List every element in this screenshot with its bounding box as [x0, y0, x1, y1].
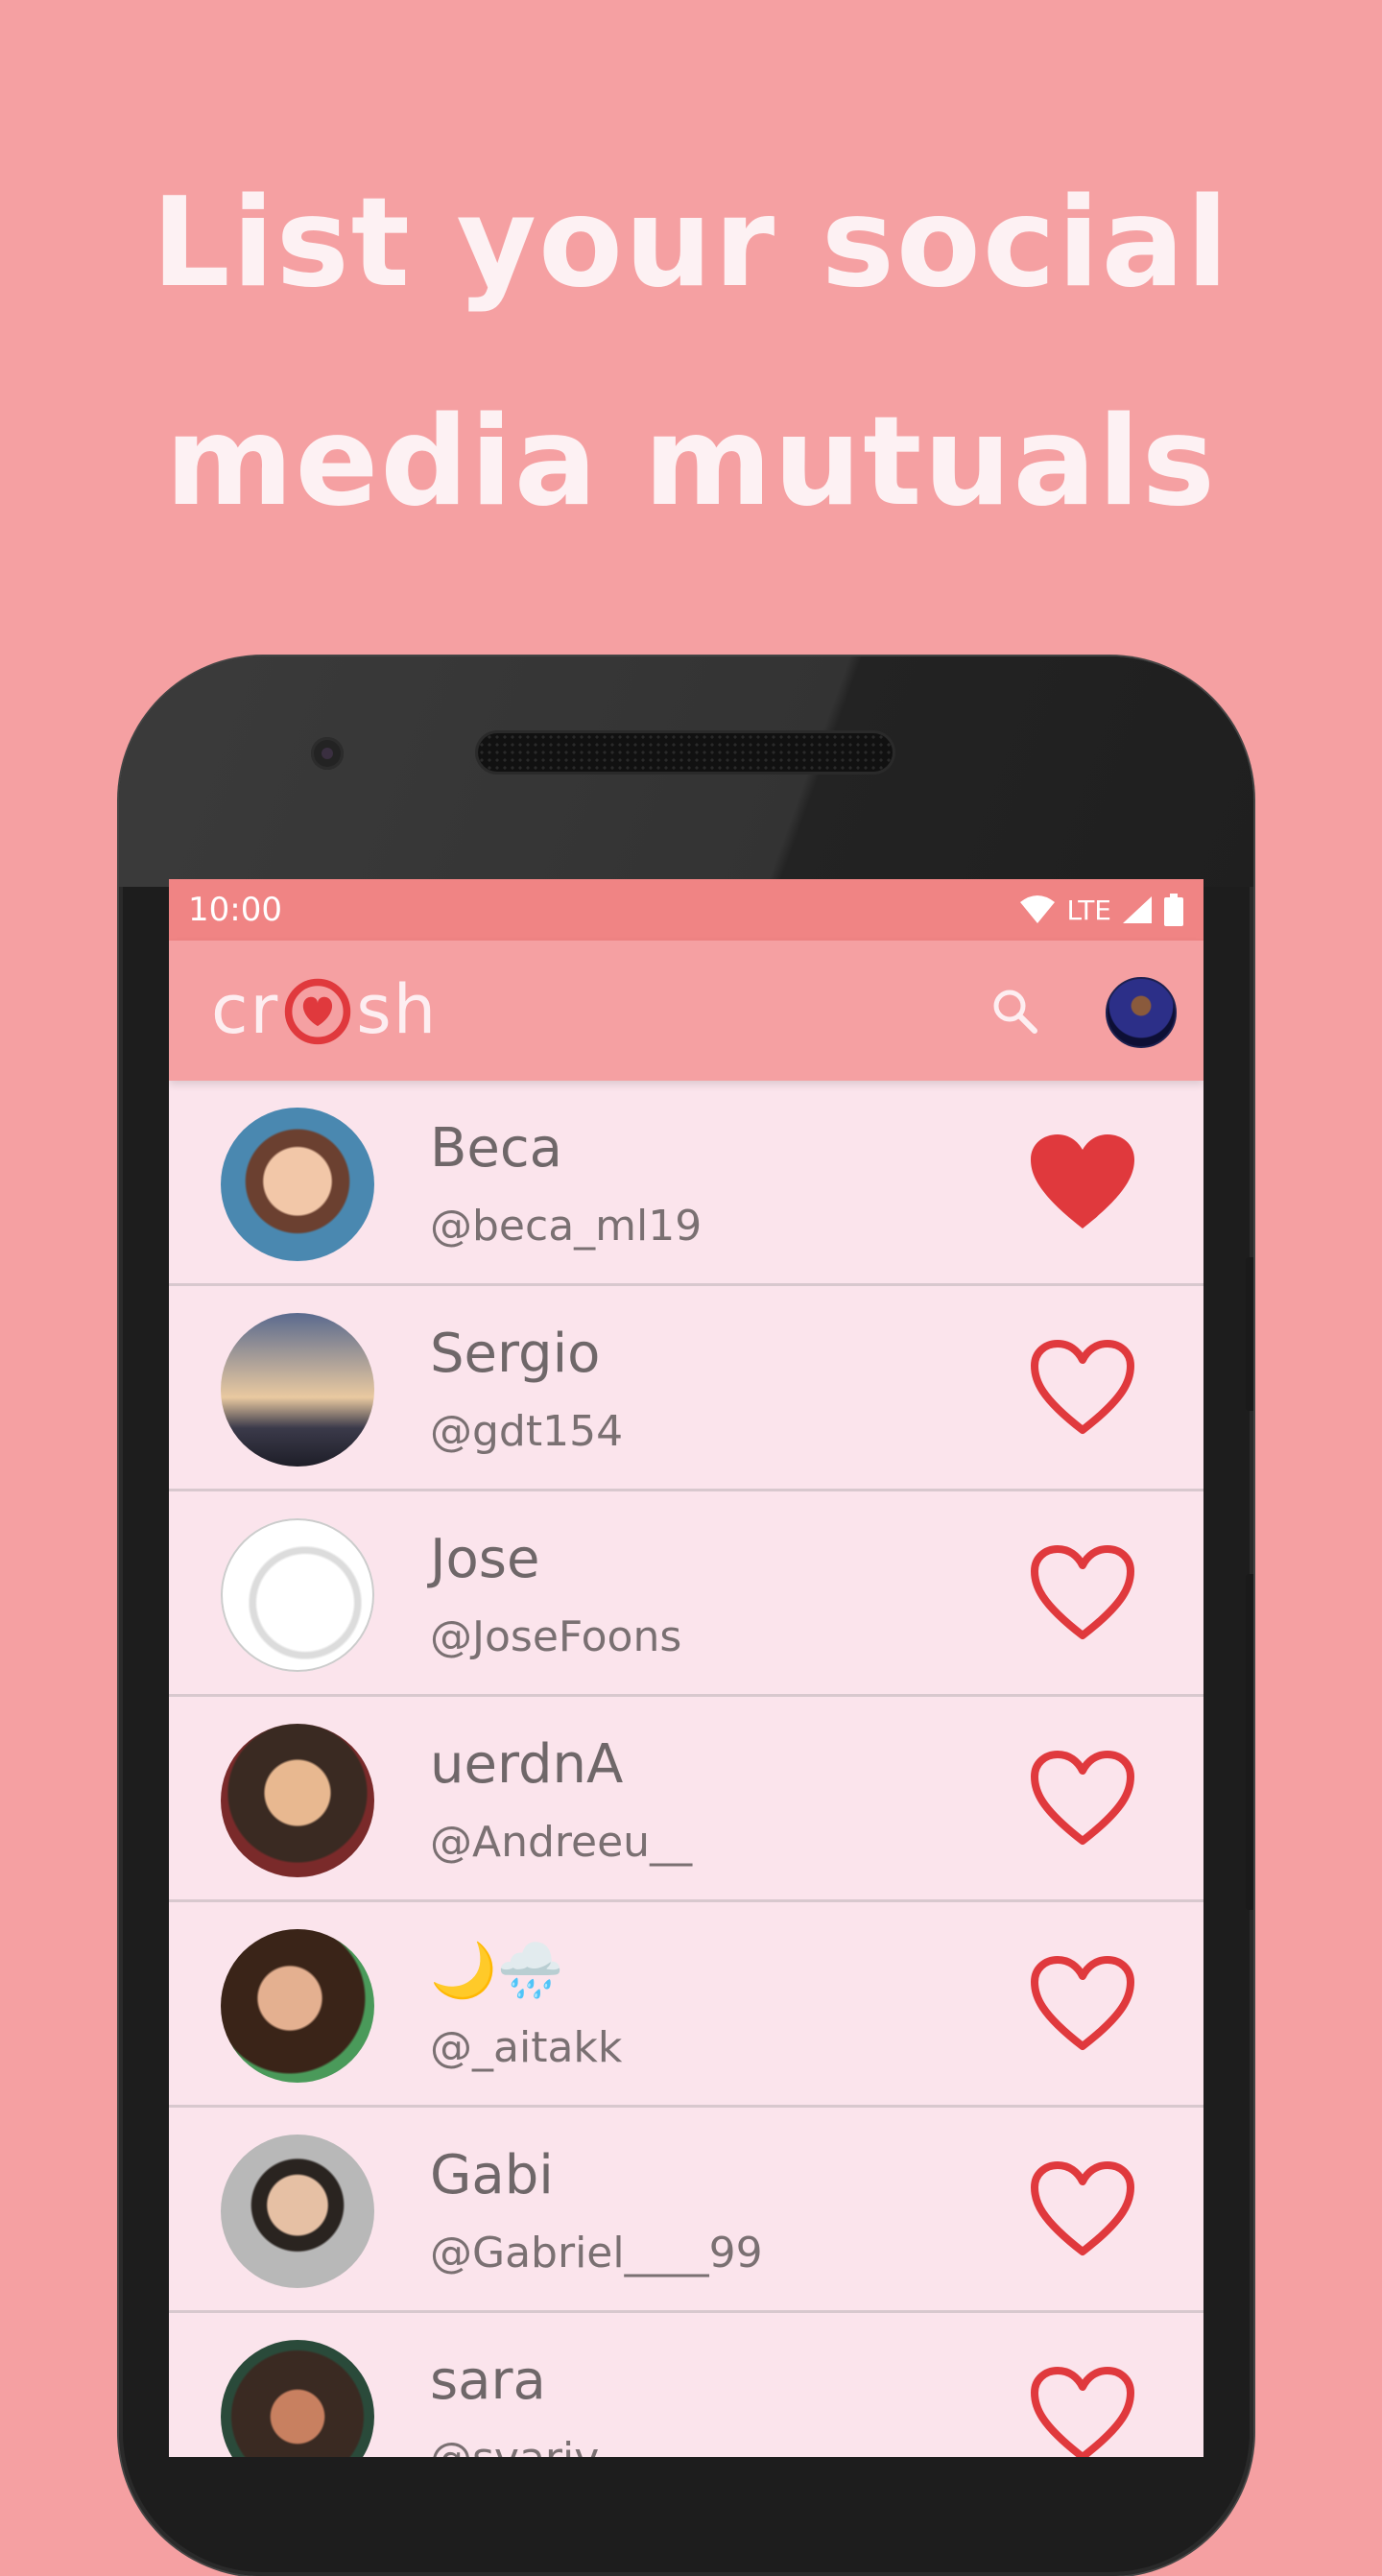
user-name: uerdnA [430, 1733, 624, 1796]
network-type: LTE [1066, 894, 1111, 926]
earpiece-speaker [478, 733, 893, 772]
avatar [221, 1929, 374, 2083]
status-time: 10:00 [188, 891, 282, 929]
mutuals-list: Beca @beca_ml19 Sergio @gdt154 Jose @Jos… [169, 1081, 1203, 2457]
avatar [221, 1724, 374, 1877]
list-item[interactable]: Jose @JoseFoons [169, 1491, 1203, 1697]
wifi-icon [1020, 895, 1056, 923]
signal-icon [1123, 896, 1152, 923]
promo-line-2: media mutuals [165, 391, 1217, 534]
app-bar: cr sh [169, 941, 1203, 1081]
user-handle: @svariv [430, 2434, 599, 2457]
profile-avatar[interactable] [1106, 977, 1177, 1048]
volume-button [1246, 1257, 1253, 1411]
list-item[interactable]: uerdnA @Andreeu__ [169, 1697, 1203, 1902]
front-camera [311, 737, 344, 770]
user-handle: @Gabriel____99 [430, 2229, 763, 2278]
avatar [221, 2135, 374, 2288]
list-item[interactable]: sara @svariv [169, 2313, 1203, 2457]
user-handle: @Andreeu__ [430, 1818, 693, 1867]
avatar [221, 1313, 374, 1467]
promo-line-1: List your social [152, 172, 1230, 315]
search-icon[interactable] [987, 983, 1044, 1040]
list-item[interactable]: Beca @beca_ml19 [169, 1081, 1203, 1286]
list-item[interactable]: Gabi @Gabriel____99 [169, 2108, 1203, 2313]
heart-filled-icon[interactable] [1029, 1133, 1136, 1232]
avatar [221, 1108, 374, 1261]
user-name: Gabi [430, 2144, 554, 2206]
heart-outline-icon[interactable] [1029, 1543, 1136, 1643]
heart-outline-icon[interactable] [1029, 1749, 1136, 1849]
heart-outline-icon[interactable] [1029, 2159, 1136, 2259]
user-name: 🌙🌧️ [430, 1940, 564, 2002]
user-name: Beca [430, 1117, 562, 1180]
user-handle: @JoseFoons [430, 1612, 682, 1661]
heart-outline-icon[interactable] [1029, 1338, 1136, 1438]
user-handle: @_aitakk [430, 2023, 623, 2072]
user-name: Jose [430, 1528, 540, 1590]
promo-headline: List your social media mutuals [0, 134, 1382, 572]
app-screen: 10:00 LTE cr sh Beca @beca_ml19 Sergio @… [169, 879, 1203, 2457]
heart-outline-icon[interactable] [1029, 1954, 1136, 2054]
avatar [221, 1518, 374, 1672]
user-name: sara [430, 2349, 546, 2412]
power-button [1246, 1574, 1253, 1910]
logo-heart-icon [285, 978, 351, 1045]
crush-logo: cr sh [211, 970, 439, 1049]
list-item[interactable]: Sergio @gdt154 [169, 1286, 1203, 1491]
user-handle: @gdt154 [430, 1407, 624, 1456]
status-bar: 10:00 LTE [169, 879, 1203, 941]
user-name: Sergio [430, 1323, 601, 1385]
list-item[interactable]: 🌙🌧️ @_aitakk [169, 1902, 1203, 2108]
user-handle: @beca_ml19 [430, 1202, 703, 1251]
avatar [221, 2340, 374, 2457]
battery-icon [1164, 894, 1183, 926]
heart-outline-icon[interactable] [1029, 2365, 1136, 2457]
